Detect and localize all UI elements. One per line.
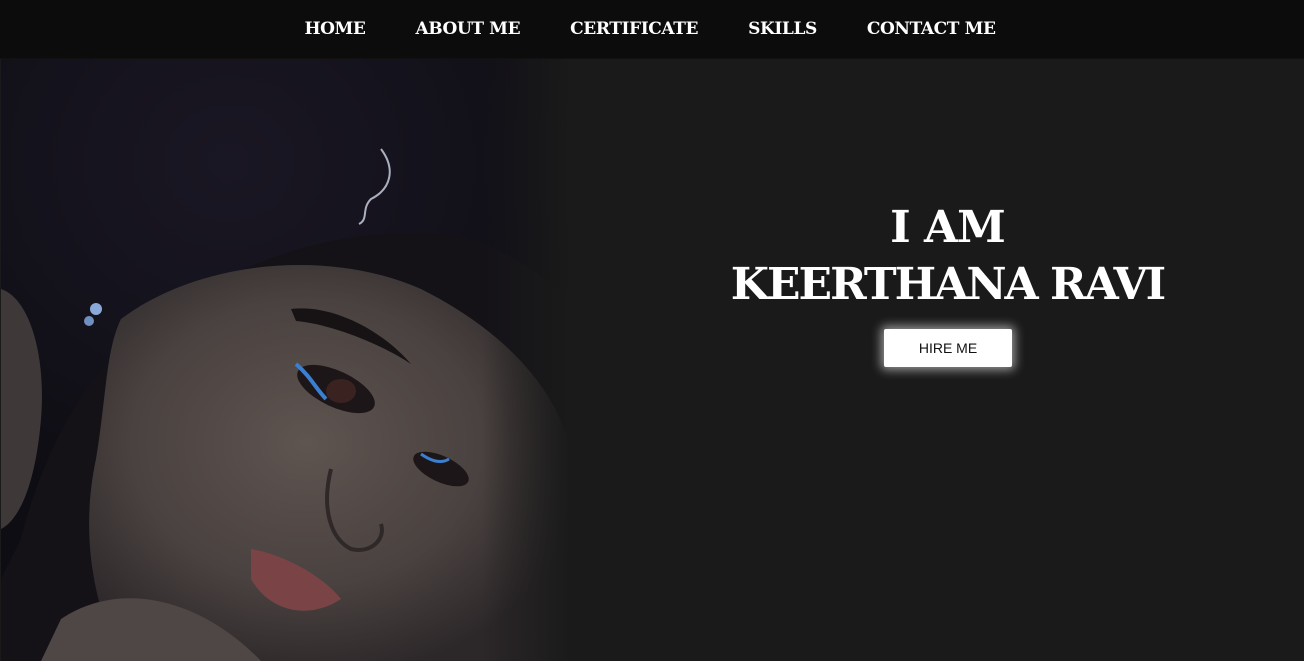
headline-line-1: I AM	[890, 202, 1006, 254]
nav-link-skills[interactable]: SKILLS	[723, 19, 842, 39]
nav-links: HOME ABOUT ME CERTIFICATE SKILLS CONTACT…	[279, 19, 1020, 39]
portrait-fade-overlay	[482, 59, 572, 661]
portrait-image	[1, 59, 572, 661]
nav-link-home[interactable]: HOME	[279, 19, 390, 39]
hire-me-button[interactable]: HIRE ME	[884, 329, 1012, 367]
nav-link-about-me[interactable]: ABOUT ME	[390, 19, 545, 39]
nav-link-contact-me[interactable]: CONTACT ME	[842, 19, 1021, 39]
hero-section: I AM KEERTHANA RAVI HIRE ME	[0, 59, 1304, 661]
hero-headline: I AM KEERTHANA RAVI	[700, 200, 1195, 314]
nav-link-certificate[interactable]: CERTIFICATE	[545, 19, 723, 39]
navbar: HOME ABOUT ME CERTIFICATE SKILLS CONTACT…	[0, 0, 1304, 59]
headline-line-2: KEERTHANA RAVI	[730, 259, 1166, 311]
